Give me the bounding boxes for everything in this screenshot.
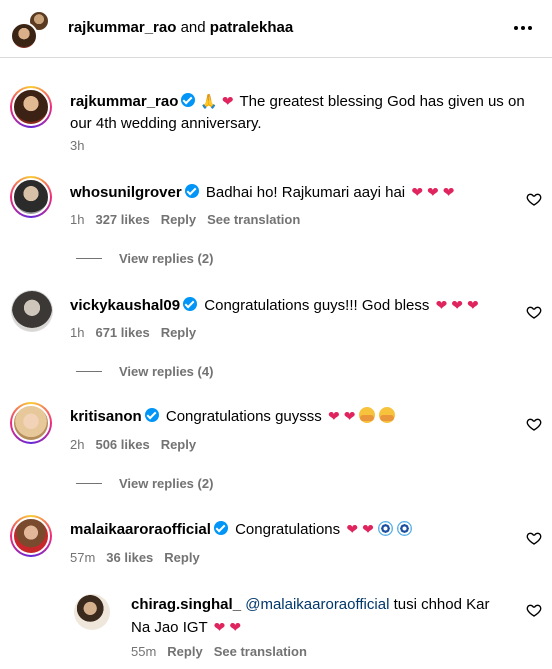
heart-emoji-icon: ❤ bbox=[442, 184, 455, 200]
comment-meta: 1h 327 likes Reply See translation bbox=[70, 212, 311, 227]
comment-body: Congratulations guys!!! God bless bbox=[204, 297, 430, 314]
heart-emoji-icon: ❤ bbox=[435, 297, 448, 313]
verified-badge-icon bbox=[144, 408, 159, 422]
heart-emoji-icon: ❤ bbox=[451, 297, 464, 313]
reply-text: chirag.singhal_ @malaikaaroraofficial tu… bbox=[131, 594, 521, 639]
timestamp: 57m bbox=[70, 550, 96, 565]
reply-button[interactable]: Reply bbox=[161, 325, 196, 340]
comment-username[interactable]: whosunilgrover bbox=[70, 184, 182, 201]
comment-body: Badhai ho! Rajkumari aayi hai bbox=[205, 184, 406, 201]
verified-badge-icon bbox=[183, 297, 198, 311]
more-options-icon[interactable] bbox=[514, 18, 536, 38]
comment-username[interactable]: vickykaushal09 bbox=[70, 297, 180, 314]
view-replies-label: View replies (4) bbox=[119, 364, 214, 379]
comment-text: whosunilgrover Badhai ho! Rajkumari aayi… bbox=[70, 181, 457, 204]
likes-count[interactable]: 506 likes bbox=[95, 437, 149, 452]
view-replies-button[interactable]: View replies (4) bbox=[76, 364, 213, 379]
comment-text: kritisanon Congratulations guysss ❤ ❤ bbox=[70, 405, 397, 428]
view-replies-label: View replies (2) bbox=[119, 251, 214, 266]
view-replies-button[interactable]: View replies (2) bbox=[76, 251, 213, 266]
reply-body: Na Jao IGT bbox=[131, 619, 208, 636]
comment-text: vickykaushal09 Congratulations guys!!! G… bbox=[70, 294, 481, 317]
heart-emoji-icon: ❤ bbox=[213, 619, 226, 635]
nazar-amulet-emoji-icon bbox=[377, 521, 393, 536]
comment-meta: 57m 36 likes Reply bbox=[70, 550, 211, 565]
authors-connector: and bbox=[176, 19, 210, 36]
reply-button[interactable]: Reply bbox=[164, 550, 199, 565]
see-translation-button[interactable]: See translation bbox=[207, 212, 300, 227]
caption-text: rajkummar_rao 🙏 ❤ The greatest blessing Go… bbox=[70, 90, 540, 135]
post-header: rajkummar_rao and patralekhaa bbox=[0, 0, 552, 58]
likes-count[interactable]: 36 likes bbox=[106, 550, 153, 565]
heart-outline-icon[interactable] bbox=[526, 416, 542, 432]
timestamp: 1h bbox=[70, 325, 85, 340]
see-translation-button[interactable]: See translation bbox=[214, 644, 307, 659]
caption-meta: 3h bbox=[70, 138, 95, 153]
comment-meta: 1h 671 likes Reply bbox=[70, 325, 207, 340]
timestamp: 55m bbox=[131, 644, 157, 659]
heart-outline-icon[interactable] bbox=[526, 191, 542, 207]
verified-badge-icon bbox=[213, 521, 228, 535]
heart-outline-icon[interactable] bbox=[526, 530, 542, 546]
reply-button[interactable]: Reply bbox=[161, 437, 196, 452]
heart-emoji-icon: ❤ bbox=[411, 184, 424, 200]
hugging-emoji-icon bbox=[359, 407, 376, 423]
heart-emoji-icon: ❤ bbox=[229, 619, 242, 635]
pray-emoji-icon: 🙏 bbox=[200, 93, 218, 109]
timestamp: 3h bbox=[70, 138, 85, 153]
post-authors: rajkummar_rao and patralekhaa bbox=[68, 19, 293, 36]
heart-outline-icon[interactable] bbox=[526, 602, 542, 618]
timestamp: 1h bbox=[70, 212, 85, 227]
comment-text: malaikaaroraofficial Congratulations ❤ ❤ bbox=[70, 518, 414, 541]
comment-body: Congratulations guysss bbox=[165, 408, 322, 425]
heart-emoji-icon: ❤ bbox=[327, 408, 340, 424]
likes-count[interactable]: 327 likes bbox=[95, 212, 149, 227]
author-link[interactable]: rajkummar_rao bbox=[68, 19, 176, 36]
avatar[interactable] bbox=[10, 176, 52, 218]
verified-badge-icon bbox=[184, 184, 199, 198]
avatar bbox=[10, 22, 38, 50]
avatar[interactable] bbox=[10, 515, 52, 557]
heart-emoji-icon: ❤ bbox=[362, 521, 374, 537]
author-link[interactable]: patralekhaa bbox=[210, 19, 293, 36]
timestamp: 2h bbox=[70, 437, 85, 452]
verified-badge-icon bbox=[181, 93, 196, 107]
reply-body: tusi chhod Kar bbox=[393, 596, 490, 613]
heart-emoji-icon: ❤ bbox=[427, 184, 439, 200]
heart-emoji-icon: ❤ bbox=[221, 93, 234, 109]
avatar[interactable] bbox=[10, 86, 52, 128]
avatar[interactable] bbox=[11, 290, 53, 332]
heart-emoji-icon: ❤ bbox=[467, 297, 479, 313]
collab-avatars[interactable] bbox=[10, 10, 52, 50]
comment-meta: 2h 506 likes Reply bbox=[70, 437, 207, 452]
comment-username[interactable]: malaikaaroraofficial bbox=[70, 521, 211, 538]
avatar[interactable] bbox=[10, 402, 52, 444]
caption-line: our 4th wedding anniversary. bbox=[70, 115, 262, 132]
hugging-emoji-icon bbox=[379, 407, 396, 423]
reply-button[interactable]: Reply bbox=[161, 212, 196, 227]
comment-username[interactable]: kritisanon bbox=[70, 408, 142, 425]
reply-username[interactable]: chirag.singhal_ bbox=[131, 596, 241, 613]
reply-button[interactable]: Reply bbox=[167, 644, 202, 659]
heart-emoji-icon: ❤ bbox=[346, 521, 359, 537]
caption-username[interactable]: rajkummar_rao bbox=[70, 93, 178, 110]
comment-body: Congratulations bbox=[235, 521, 341, 538]
caption-line: The greatest blessing God has given us o… bbox=[239, 93, 525, 110]
heart-emoji-icon: ❤ bbox=[343, 408, 356, 424]
likes-count[interactable]: 671 likes bbox=[95, 325, 149, 340]
mention-link[interactable]: @malaikaaroraofficial bbox=[245, 596, 389, 613]
view-replies-label: View replies (2) bbox=[119, 476, 214, 491]
view-replies-button[interactable]: View replies (2) bbox=[76, 476, 213, 491]
nazar-amulet-emoji-icon bbox=[396, 521, 412, 536]
avatar[interactable] bbox=[74, 594, 110, 630]
heart-outline-icon[interactable] bbox=[526, 304, 542, 320]
reply-meta: 55m Reply See translation bbox=[131, 644, 318, 659]
